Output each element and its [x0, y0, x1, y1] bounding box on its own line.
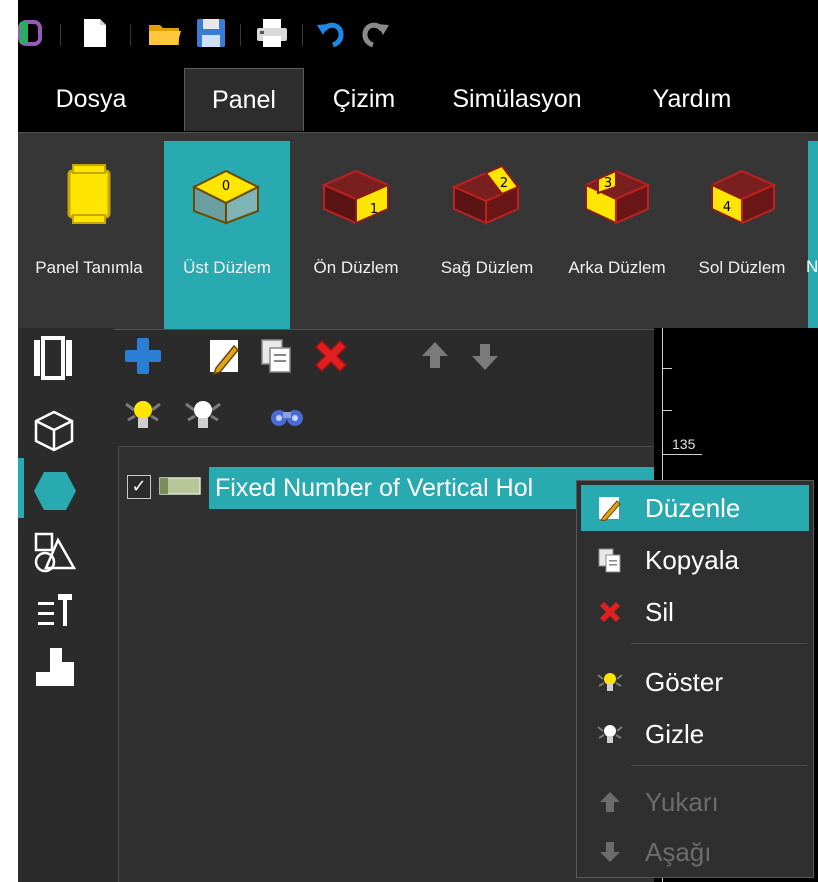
menu-item-label: Düzenle: [645, 493, 741, 523]
ruler-label: 135: [672, 436, 696, 452]
bulb-off-icon: [597, 725, 623, 743]
left-side-toolbar: [18, 328, 114, 882]
menu-separator: [631, 765, 807, 766]
ribbon-overflow-label: N: [806, 257, 818, 276]
context-menu: Düzenle Kopyala Sil Göster Gizle Yukarı …: [576, 480, 814, 878]
top-plane-cube-icon: 0: [191, 169, 261, 225]
arka-duzlem-button[interactable]: 3 Arka Düzlem: [558, 141, 676, 329]
panel-tanimla-label: Panel Tanımla: [35, 258, 143, 277]
show-bulb-icon[interactable]: [122, 394, 164, 434]
delete-icon[interactable]: [310, 336, 352, 376]
move-up-icon[interactable]: [414, 336, 456, 376]
application-window: Dosya Panel Çizim Simülasyon Yardım Pane…: [18, 0, 818, 882]
menu-item-kopyala[interactable]: Kopyala: [581, 537, 809, 583]
menu-item-goster[interactable]: Göster: [581, 659, 809, 705]
edit-icon[interactable]: [204, 336, 246, 376]
back-plane-cube-icon: 3: [583, 169, 651, 225]
menu-item-label: Aşağı: [645, 837, 712, 867]
hexagon-icon[interactable]: [32, 468, 78, 514]
tool-list-icon[interactable]: [32, 588, 78, 634]
left-plane-cube-icon: 4: [709, 169, 777, 225]
sol-duzlem-label: Sol Düzlem: [698, 258, 786, 277]
tab-dosya[interactable]: Dosya: [26, 68, 156, 130]
menu-item-yukari[interactable]: Yukarı: [581, 779, 809, 825]
plane-number-2: 2: [500, 176, 508, 191]
redo-icon[interactable]: [358, 16, 392, 50]
on-duzlem-label: Ön Düzlem: [313, 258, 399, 277]
arrow-up-icon: [600, 792, 620, 812]
tab-simulasyon[interactable]: Simülasyon: [422, 68, 612, 130]
binoculars-icon[interactable]: [266, 394, 308, 434]
plane-number-0: 0: [222, 179, 230, 194]
side-selection-indicator: [18, 458, 24, 518]
arka-duzlem-label: Arka Düzlem: [568, 258, 666, 277]
menu-item-label: Kopyala: [645, 545, 739, 575]
open-folder-icon[interactable]: [146, 16, 184, 50]
ribbon-overflow-button[interactable]: N: [806, 141, 818, 329]
ribbon: Panel Tanımla 0 Üst Düzlem 1 Ön Düzlem 2…: [18, 132, 818, 330]
menu-item-label: Yukarı: [645, 787, 719, 817]
ust-duzlem-button[interactable]: 0 Üst Düzlem: [164, 141, 290, 329]
sag-duzlem-button[interactable]: 2 Sağ Düzlem: [422, 141, 552, 329]
undo-icon[interactable]: [314, 16, 348, 50]
shapes-icon[interactable]: [32, 530, 78, 576]
copy-icon[interactable]: [256, 336, 298, 376]
menu-item-label: Gizle: [645, 719, 705, 749]
node-checkbox[interactable]: ✓: [127, 475, 151, 499]
sol-duzlem-button[interactable]: 4 Sol Düzlem: [682, 141, 802, 329]
ust-duzlem-label: Üst Düzlem: [183, 258, 271, 277]
plane-number-4: 4: [723, 200, 731, 215]
menu-item-duzenle[interactable]: Düzenle: [581, 485, 809, 531]
hide-bulb-icon[interactable]: [182, 394, 224, 434]
panel-frame-icon[interactable]: [32, 336, 78, 382]
on-duzlem-button[interactable]: 1 Ön Düzlem: [294, 141, 418, 329]
new-file-icon[interactable]: [78, 16, 112, 50]
ruler-tick: [662, 368, 672, 369]
ruler-tick: [662, 454, 702, 455]
print-icon[interactable]: [254, 16, 290, 50]
menu-item-label: Sil: [645, 597, 674, 627]
cube-icon[interactable]: [32, 408, 78, 454]
tab-cizim[interactable]: Çizim: [314, 68, 414, 130]
panel-tree: ✓ Fixed Number of Vertical Hol: [118, 446, 655, 882]
machine-icon[interactable]: [32, 644, 78, 690]
delete-icon: [600, 602, 620, 622]
app-logo-icon: [18, 20, 42, 46]
right-plane-cube-icon: 2: [451, 164, 521, 225]
panel-node-icon: [159, 477, 201, 495]
menu-bar: Dosya Panel Çizim Simülasyon Yardım: [18, 66, 818, 132]
move-down-icon[interactable]: [464, 336, 506, 376]
bulb-on-icon: [597, 673, 623, 691]
menu-item-gizle[interactable]: Gizle: [581, 711, 809, 757]
save-icon[interactable]: [194, 16, 228, 50]
menu-item-sil[interactable]: Sil: [581, 589, 809, 635]
pencil-icon: [599, 497, 621, 521]
ruler-tick: [662, 410, 672, 411]
tab-panel[interactable]: Panel: [184, 68, 304, 131]
menu-item-label: Göster: [645, 667, 724, 697]
panel-define-icon: [67, 164, 111, 224]
menu-separator: [631, 643, 807, 644]
tab-yardim[interactable]: Yardım: [622, 68, 762, 130]
sag-duzlem-label: Sağ Düzlem: [440, 258, 534, 277]
quick-access-toolbar: [18, 0, 818, 66]
menu-item-asagi[interactable]: Aşağı: [581, 829, 809, 875]
plane-number-1: 1: [370, 202, 378, 217]
add-icon[interactable]: [122, 336, 164, 376]
plane-number-3: 3: [604, 176, 612, 191]
panel-tanimla-button[interactable]: Panel Tanımla: [24, 141, 154, 329]
copy-icon: [598, 548, 621, 573]
front-plane-cube-icon: 1: [321, 169, 391, 225]
arrow-down-icon: [600, 842, 620, 862]
